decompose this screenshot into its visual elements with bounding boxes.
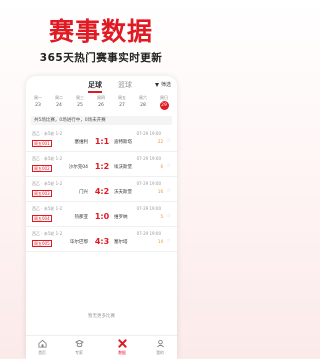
away-team: 埃沃斯堡 [114, 165, 132, 170]
match-time: 07-29 19:00 [136, 131, 161, 136]
match-row[interactable]: 西乙 · 未5轮 1-2 07-29 19:00 周五005 毕尔巴鄂 4:3 … [26, 228, 177, 252]
phone-screen: 足球 篮球 筛选 周一 23 周二 24 周三 25 周四 26 周五 27 周 [26, 76, 177, 359]
tab-football[interactable]: 足球 [88, 80, 102, 90]
match-league: 西乙 · 未5轮 1-2 [32, 181, 63, 186]
nav-label: 专家 [75, 350, 83, 355]
tab-basketball[interactable]: 篮球 [118, 80, 132, 90]
no-more-matches: 暂无更多比赛 [88, 314, 115, 319]
match-time: 07-29 19:00 [136, 181, 161, 186]
date-day: 29 [159, 101, 169, 110]
match-score: 1:2 [94, 162, 110, 171]
date-day: 27 [119, 103, 125, 108]
sport-tabs: 足球 篮球 筛选 [26, 76, 177, 94]
date-item[interactable]: 周二 24 [50, 95, 68, 109]
nav-item-home[interactable]: 首页 [30, 339, 54, 356]
date-day: 23 [35, 103, 41, 108]
nav-label: 首页 [38, 350, 46, 355]
away-team: 沃夫斯堡 [114, 190, 132, 195]
nav-label: 数据 [118, 350, 126, 355]
date-weekday: 周五 [118, 95, 126, 100]
date-weekday: 周二 [55, 95, 63, 100]
home-team: 毕尔巴鄂 [70, 240, 88, 245]
active-tab-indicator [88, 91, 102, 93]
date-day: 25 [77, 103, 83, 108]
date-weekday: 周三 [76, 95, 84, 100]
match-row[interactable]: 西乙 · 未5轮 1-2 07-29 19:00 周五001 塞维利 1:1 迪… [26, 128, 177, 152]
match-league: 西乙 · 未5轮 1-2 [32, 156, 63, 161]
match-row[interactable]: 西乙 · 未5轮 1-2 07-29 19:00 周五004 热那亚 1:0 维… [26, 203, 177, 227]
match-time: 07-29 19:00 [136, 206, 161, 211]
nav-item-data[interactable]: 数据 [110, 339, 134, 356]
filter-label: 筛选 [160, 82, 171, 88]
home-team: 热那亚 [74, 215, 89, 220]
match-time: 07-29 19:00 [136, 231, 161, 236]
match-score: 1:0 [94, 212, 110, 221]
match-code: 周五004 [32, 215, 52, 222]
date-weekday: 周一 [34, 95, 42, 100]
profile-icon [156, 339, 164, 348]
away-team: 迪特斯塔 [114, 140, 132, 145]
match-code: 周五003 [32, 190, 52, 197]
hero-subtitle: 365天热门赛事实时更新 [39, 52, 163, 64]
date-strip: 周一 23 周二 24 周三 25 周四 26 周五 27 周六 28 周日 2… [26, 94, 177, 112]
match-code: 周五005 [32, 240, 52, 247]
corner-count: 6 [160, 164, 163, 169]
date-item[interactable]: 周一 23 [29, 95, 47, 109]
date-weekday: 周四 [97, 95, 105, 100]
bottom-nav: 首页 专家 数据 我的 [26, 335, 177, 359]
corner-count: 5 [160, 214, 163, 219]
corner-count: 16 [157, 189, 163, 194]
date-item[interactable]: 周五 27 [113, 95, 131, 109]
date-day: 26 [98, 103, 104, 108]
date-item[interactable]: 周六 28 [134, 95, 152, 109]
date-day: 24 [56, 103, 62, 108]
favorite-star-icon[interactable]: ☆ [167, 188, 171, 194]
home-icon [37, 339, 47, 348]
match-time: 07-29 19:00 [136, 156, 161, 161]
date-item[interactable]: 周四 26 [92, 95, 110, 109]
favorite-star-icon[interactable]: ☆ [167, 163, 171, 169]
match-league: 西乙 · 未5轮 1-2 [32, 131, 63, 136]
away-team: 维罗纳 [114, 215, 128, 220]
match-row[interactable]: 西乙 · 未5轮 1-2 07-29 19:00 周五002 沙尔克04 1:2… [26, 153, 177, 177]
match-score: 4:3 [94, 237, 110, 246]
favorite-star-icon[interactable]: ☆ [167, 213, 171, 219]
match-score: 1:1 [94, 137, 110, 146]
date-item-selected[interactable]: 周日 29 [155, 95, 173, 110]
nav-item-profile[interactable]: 我的 [148, 339, 172, 356]
nav-item-expert[interactable]: 专家 [67, 339, 91, 356]
home-team: 塞维利 [74, 140, 89, 145]
date-weekday: 周六 [139, 95, 147, 100]
filter-icon [154, 82, 159, 87]
data-icon [117, 339, 127, 348]
date-day: 28 [140, 103, 146, 108]
match-league: 西乙 · 未5轮 1-2 [32, 206, 63, 211]
expert-icon [74, 339, 84, 348]
nav-label: 我的 [156, 350, 164, 355]
match-row[interactable]: 西乙 · 未5轮 1-2 07-29 19:00 周五003 门兴 4:2 沃夫… [26, 178, 177, 202]
match-league: 西乙 · 未5轮 1-2 [32, 231, 63, 236]
match-score: 4:2 [94, 187, 110, 196]
filter-button[interactable]: 筛选 [154, 81, 171, 88]
favorite-star-icon[interactable]: ☆ [167, 238, 171, 244]
match-summary: 共5场比赛，0场进行中，0场未开赛 [31, 116, 172, 125]
corner-count: 22 [157, 139, 163, 144]
match-code: 周五001 [32, 140, 52, 147]
home-team: 沙尔克04 [68, 165, 88, 170]
away-team: 塞尔塔 [114, 240, 128, 245]
match-code: 周五002 [32, 165, 52, 172]
hero-title: 赛事数据 [48, 17, 153, 46]
home-team: 门兴 [79, 190, 88, 195]
corner-count: 14 [157, 239, 163, 244]
favorite-star-icon[interactable]: ☆ [167, 138, 171, 144]
date-item[interactable]: 周三 25 [71, 95, 89, 109]
